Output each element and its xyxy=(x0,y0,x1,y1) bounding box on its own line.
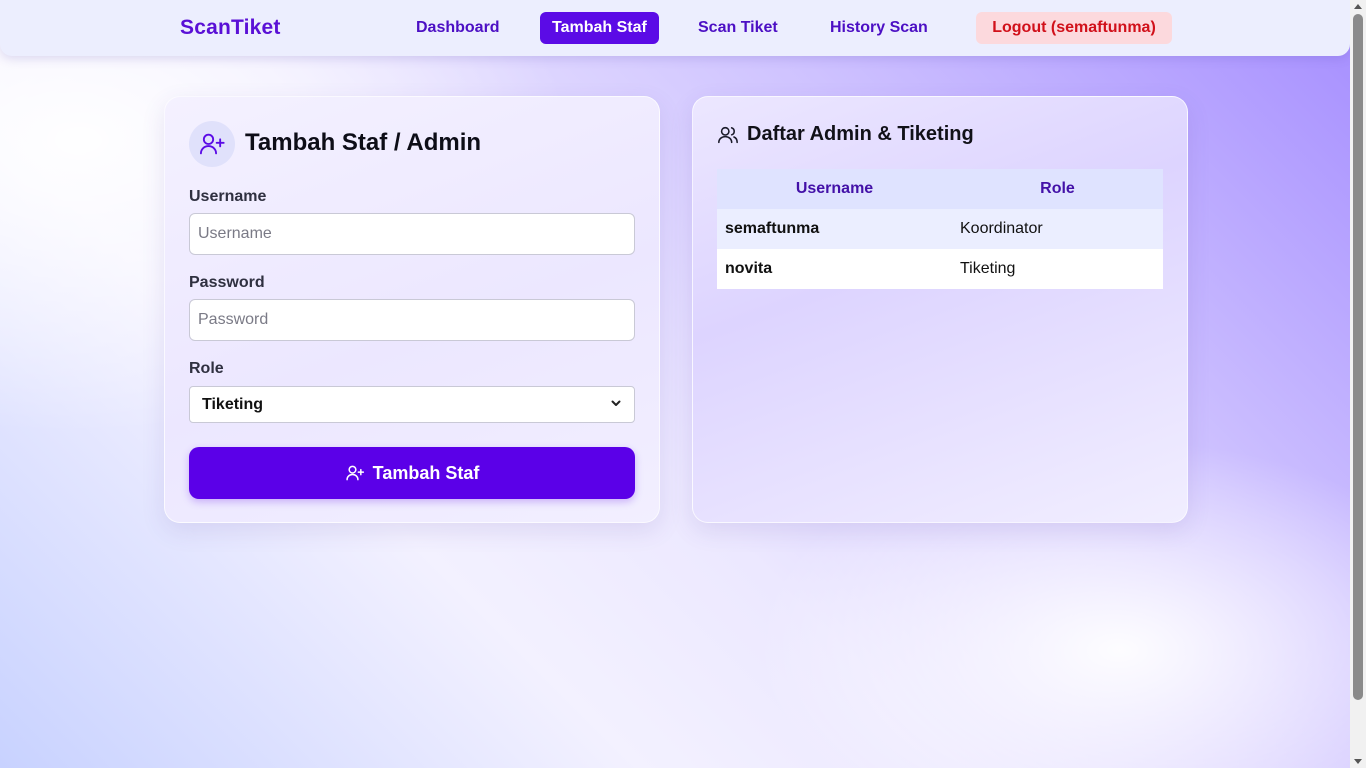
column-header-username: Username xyxy=(717,169,952,209)
staff-list-card: Daftar Admin & Tiketing Username Role se… xyxy=(692,96,1188,523)
password-input[interactable] xyxy=(189,299,635,341)
role-label: Role xyxy=(189,360,224,377)
cell-username: novita xyxy=(717,249,952,289)
username-input[interactable] xyxy=(189,213,635,255)
page-scrollbar[interactable] xyxy=(1350,0,1366,768)
user-plus-icon xyxy=(189,121,235,167)
scrollbar-thumb[interactable] xyxy=(1353,14,1363,700)
logout-button[interactable]: Logout (semaftunma) xyxy=(976,12,1172,44)
chevron-down-icon xyxy=(610,396,622,414)
add-staff-button[interactable]: Tambah Staf xyxy=(189,447,635,499)
app-root: ScanTiket Dashboard Tambah Staf Scan Tik… xyxy=(0,0,1350,768)
table-header-row: Username Role xyxy=(717,169,1163,209)
scroll-up-arrow-icon[interactable] xyxy=(1354,4,1362,9)
add-staff-button-label: Tambah Staf xyxy=(372,462,480,483)
cell-username: semaftunma xyxy=(717,209,952,249)
add-staff-card: Tambah Staf / Admin Username Password Ro… xyxy=(164,96,660,523)
table-row: novita Tiketing xyxy=(717,249,1163,289)
top-navbar: ScanTiket Dashboard Tambah Staf Scan Tik… xyxy=(0,0,1350,56)
column-header-role: Role xyxy=(952,169,1163,209)
users-icon xyxy=(717,124,739,146)
cell-role: Koordinator xyxy=(952,209,1163,249)
password-label: Password xyxy=(189,274,265,291)
scroll-down-arrow-icon[interactable] xyxy=(1354,759,1362,764)
user-plus-icon xyxy=(345,463,365,483)
nav-dashboard[interactable]: Dashboard xyxy=(404,12,512,44)
role-select[interactable]: Tiketing xyxy=(189,386,635,423)
form-title: Tambah Staf / Admin xyxy=(245,129,482,156)
staff-list-title: Daftar Admin & Tiketing xyxy=(747,123,974,145)
cell-role: Tiketing xyxy=(952,249,1163,289)
nav-scan-tiket[interactable]: Scan Tiket xyxy=(686,12,790,44)
nav-tambah-staf[interactable]: Tambah Staf xyxy=(540,12,659,44)
username-label: Username xyxy=(189,188,267,205)
brand-logo[interactable]: ScanTiket xyxy=(180,16,281,40)
staff-list-header: Daftar Admin & Tiketing xyxy=(717,123,974,146)
table-row: semaftunma Koordinator xyxy=(717,209,1163,249)
staff-table: Username Role semaftunma Koordinator nov… xyxy=(717,169,1163,289)
role-select-value: Tiketing xyxy=(202,395,264,413)
nav-history-scan[interactable]: History Scan xyxy=(818,12,940,44)
